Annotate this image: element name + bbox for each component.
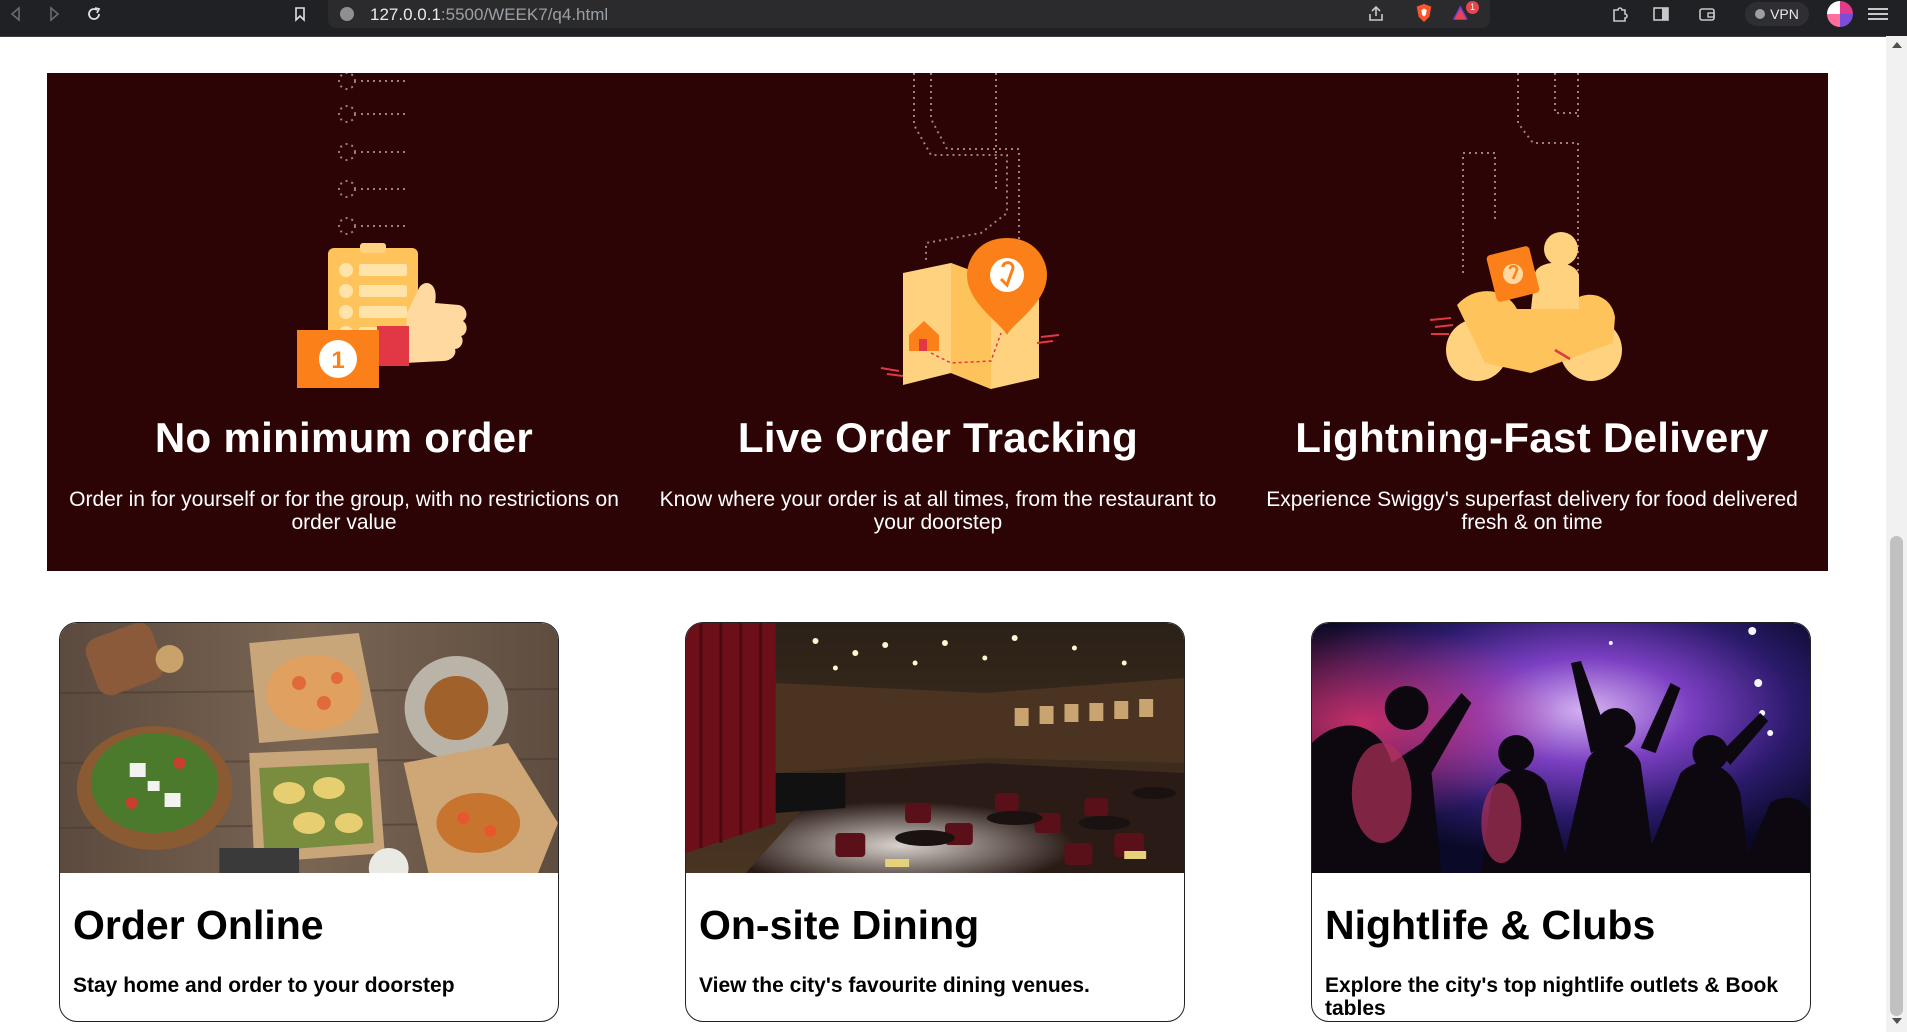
share-icon[interactable] — [1366, 4, 1386, 24]
feature-description: Experience Swiggy's superfast delivery f… — [1266, 488, 1798, 534]
sidebar-icon[interactable] — [1651, 4, 1671, 24]
features-band: 1 No minimum order Order in for yourself… — [47, 73, 1828, 571]
brave-shield-icon[interactable] — [1414, 3, 1434, 23]
browser-toolbar: 127.0.0.1:5500/WEEK7/q4.html 1 VPN — [0, 0, 1907, 37]
feature-title: Live Order Tracking — [737, 414, 1139, 461]
wallet-icon[interactable] — [1697, 4, 1717, 24]
card-description: Stay home and order to your doorstep — [73, 974, 455, 997]
food-boxes-image — [60, 623, 558, 873]
site-info-icon[interactable] — [340, 7, 354, 21]
scroll-down-icon[interactable] — [1892, 1018, 1902, 1024]
reload-icon[interactable] — [80, 0, 108, 28]
vpn-button[interactable]: VPN — [1745, 2, 1809, 26]
page-scrollbar[interactable] — [1886, 36, 1907, 1032]
card-nightlife-clubs[interactable]: Nightlife & Clubs Explore the city's top… — [1311, 622, 1811, 1022]
forward-icon[interactable] — [40, 0, 68, 28]
delivery-scooter-icon — [1429, 73, 1622, 381]
svg-text:1: 1 — [331, 347, 344, 374]
scrollbar-thumb[interactable] — [1890, 536, 1903, 1016]
rewards-badge: 1 — [1466, 1, 1479, 14]
feature-lightning-fast-delivery: Lightning-Fast Delivery Experience Swigg… — [1235, 73, 1828, 571]
card-description: Explore the city's top nightlife outlets… — [1325, 974, 1779, 1020]
feature-no-minimum-order: 1 No minimum order Order in for yourself… — [47, 73, 641, 571]
address-bar[interactable]: 127.0.0.1:5500/WEEK7/q4.html 1 — [328, 0, 1490, 28]
menu-icon[interactable] — [1868, 5, 1888, 23]
feature-title: No minimum order — [154, 414, 534, 461]
back-icon[interactable] — [2, 0, 30, 28]
extensions-icon[interactable] — [1610, 4, 1630, 24]
nightclub-crowd-image — [1312, 623, 1810, 873]
feature-live-order-tracking: Live Order Tracking Know where your orde… — [641, 73, 1235, 571]
thumbs-up-order-icon: 1 — [297, 73, 467, 388]
card-description: View the city's favourite dining venues. — [699, 974, 1090, 997]
feature-description: Order in for yourself or for the group, … — [69, 488, 619, 534]
profile-avatar[interactable] — [1827, 1, 1853, 27]
card-title: Nightlife & Clubs — [1325, 902, 1656, 948]
url-text[interactable]: 127.0.0.1:5500/WEEK7/q4.html — [370, 5, 608, 25]
vpn-status-icon — [1755, 9, 1766, 19]
map-pin-icon — [880, 73, 1060, 389]
card-order-online[interactable]: Order Online Stay home and order to your… — [59, 622, 559, 1022]
scroll-up-icon[interactable] — [1892, 42, 1902, 48]
card-title: Order Online — [73, 902, 324, 948]
restaurant-interior-image — [686, 623, 1184, 873]
feature-title: Lightning-Fast Delivery — [1295, 414, 1769, 461]
card-title: On-site Dining — [699, 902, 980, 948]
card-on-site-dining[interactable]: On-site Dining View the city's favourite… — [685, 622, 1185, 1022]
bookmark-icon[interactable] — [286, 0, 314, 28]
feature-description: Know where your order is at all times, f… — [659, 488, 1217, 534]
